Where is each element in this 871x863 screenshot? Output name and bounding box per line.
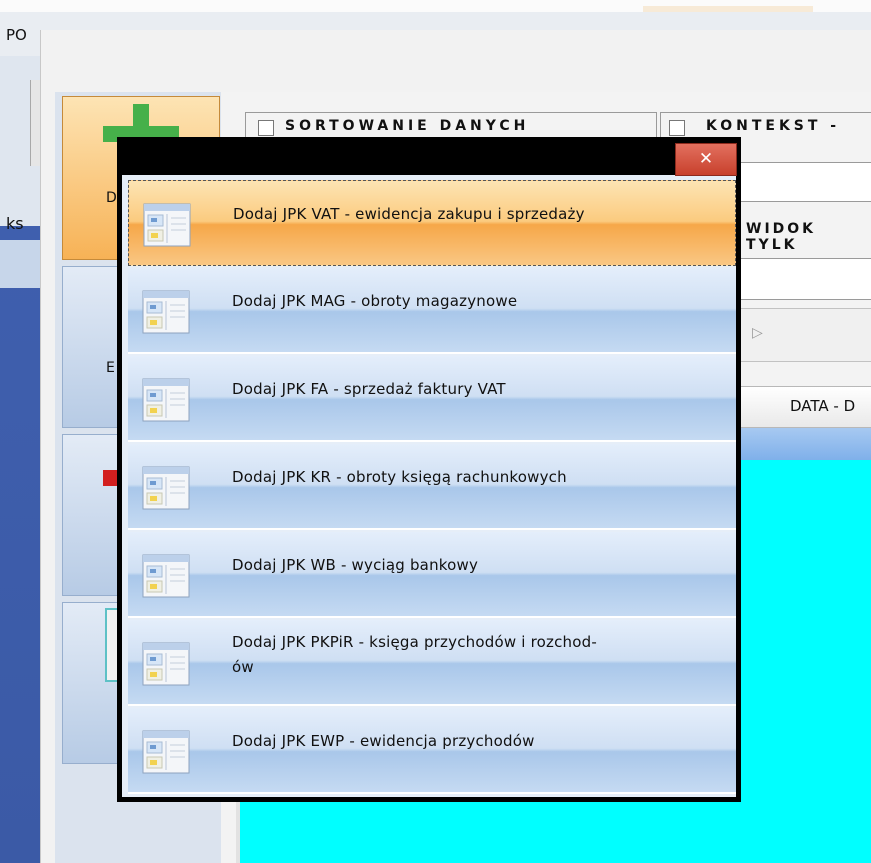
window-form-icon [142,554,190,598]
context-label: KONTEKST - [706,118,841,134]
dialog-menu-item[interactable]: Dodaj JPK VAT - ewidencja zakupu i sprze… [128,180,736,266]
dialog-menu-item[interactable]: Dodaj JPK MAG - obroty magazynowe [128,268,736,354]
sort-checkbox[interactable] [258,120,274,136]
sort-label: SORTOWANIE DANYCH [285,118,530,134]
grid-header-row [738,428,871,460]
dialog-menu-item-label: Dodaj JPK WB - wyciąg bankowy [232,556,479,574]
add-button-label-fragment: D [106,190,117,206]
delete-icon [103,470,117,486]
close-button[interactable]: ✕ [675,143,737,176]
left-sidebar [0,56,40,863]
dialog-menu-item-label: Dodaj JPK MAG - obroty magazynowe [232,292,518,310]
dialog-menu-item-label: Dodaj JPK VAT - ewidencja zakupu i sprze… [233,205,585,223]
flag-icon[interactable]: ▷ [752,325,763,341]
dialog-menu-item[interactable]: Dodaj JPK KR - obroty księgą rachunkowyc… [128,444,736,530]
dialog-menu-item-label: Dodaj JPK PKPiR - księga przychodów i ro… [232,633,597,651]
column-header-date-label: DATA - D [790,397,856,415]
window-form-icon [142,290,190,334]
window-form-icon [142,378,190,422]
dialog-menu-item[interactable]: Dodaj JPK WB - wyciąg bankowy [128,532,736,618]
close-icon: ✕ [698,149,714,169]
view-field[interactable] [738,258,871,300]
dialog-menu-item[interactable]: Dodaj JPK FA - sprzedaż faktury VAT [128,356,736,442]
window-form-icon [142,466,190,510]
edit-button-label-fragment: E [106,360,115,376]
dialog-menu-item-label: Dodaj JPK FA - sprzedaż faktury VAT [232,380,506,398]
menu-item-po[interactable]: PO [6,26,27,44]
context-field[interactable] [738,162,871,202]
sidebar-item-ks[interactable]: ks [6,214,24,233]
view-label: WIDOK TYLK [746,221,817,253]
left-sidebar-band [0,240,40,288]
dialog-menu-item-label: Dodaj JPK EWP - ewidencja przychodów [232,732,535,750]
dialog-menu-item[interactable]: Dodaj JPK PKPiR - księga przychodów i ro… [128,620,736,706]
window-form-icon [142,642,190,686]
context-checkbox[interactable] [669,120,685,136]
dialog-menu-item[interactable]: Dodaj JPK EWP - ewidencja przychodów [128,708,736,794]
dialog-menu-item-label: Dodaj JPK KR - obroty księgą rachunkowyc… [232,468,567,486]
window-form-icon [143,203,191,247]
window-form-icon [142,730,190,774]
dialog-menu-item-label-continued: ów [232,658,254,676]
